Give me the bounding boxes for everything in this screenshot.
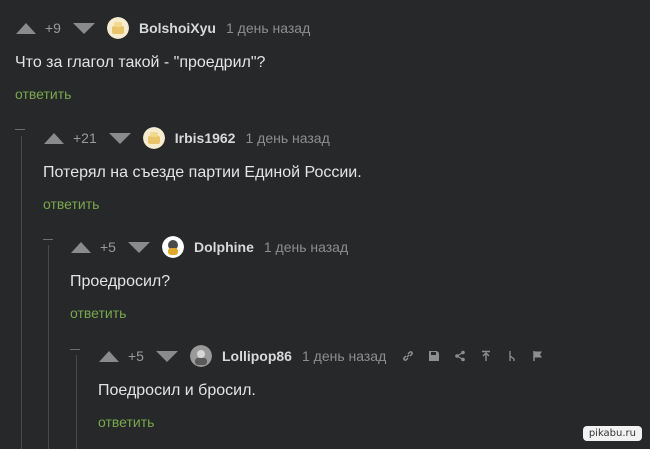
comment-time[interactable]: 1 день назад bbox=[226, 20, 310, 36]
comment-rating: +5 bbox=[100, 239, 116, 255]
avatar[interactable] bbox=[142, 127, 165, 149]
collapse-branch-icon[interactable] bbox=[70, 349, 80, 350]
comment-text: Потерял на съезде партии Единой России. bbox=[43, 164, 362, 181]
collapse-branch-icon[interactable] bbox=[15, 129, 25, 130]
downvote-icon[interactable] bbox=[127, 241, 150, 253]
reply-link[interactable]: ответить bbox=[15, 86, 71, 102]
branch-icon[interactable] bbox=[504, 348, 520, 364]
thread-line bbox=[48, 245, 49, 449]
username[interactable]: Dolphine bbox=[194, 239, 254, 255]
go-to-parent-icon[interactable] bbox=[478, 348, 494, 364]
reply-link[interactable]: ответить bbox=[43, 196, 99, 212]
upvote-icon[interactable] bbox=[16, 22, 36, 34]
comment-rating: +9 bbox=[45, 20, 61, 36]
reply-link[interactable]: ответить bbox=[70, 305, 126, 321]
report-flag-icon[interactable] bbox=[530, 348, 546, 364]
avatar[interactable] bbox=[161, 236, 184, 258]
downvote-icon[interactable] bbox=[72, 22, 95, 34]
comment-text: Поедросил и бросил. bbox=[98, 382, 256, 399]
upvote-icon[interactable] bbox=[44, 132, 64, 144]
comment-rating: +5 bbox=[128, 348, 144, 364]
comment-text: Что за глагол такой - "проедрил"? bbox=[15, 54, 266, 71]
username[interactable]: BolshoiXyu bbox=[139, 20, 216, 36]
comment-time[interactable]: 1 день назад bbox=[264, 239, 348, 255]
link-icon[interactable] bbox=[400, 348, 416, 364]
username[interactable]: Lollipop86 bbox=[222, 348, 292, 364]
upvote-icon[interactable] bbox=[99, 350, 119, 362]
reply-link[interactable]: ответить bbox=[98, 414, 154, 430]
comment-rating: +21 bbox=[73, 130, 97, 146]
upvote-icon[interactable] bbox=[71, 241, 91, 253]
watermark-badge: pikabu.ru bbox=[582, 426, 642, 441]
comment-text: Проедросил? bbox=[70, 273, 171, 290]
share-icon[interactable] bbox=[452, 348, 468, 364]
username[interactable]: Irbis1962 bbox=[175, 130, 236, 146]
thread-line bbox=[76, 355, 77, 449]
avatar[interactable] bbox=[189, 345, 212, 367]
downvote-icon[interactable] bbox=[155, 350, 178, 362]
collapse-branch-icon[interactable] bbox=[43, 239, 53, 240]
comment-time[interactable]: 1 день назад bbox=[302, 348, 386, 364]
avatar[interactable] bbox=[106, 17, 129, 39]
thread-line bbox=[21, 136, 22, 449]
comment-time[interactable]: 1 день назад bbox=[245, 130, 329, 146]
downvote-icon[interactable] bbox=[108, 132, 131, 144]
save-icon[interactable] bbox=[426, 348, 442, 364]
